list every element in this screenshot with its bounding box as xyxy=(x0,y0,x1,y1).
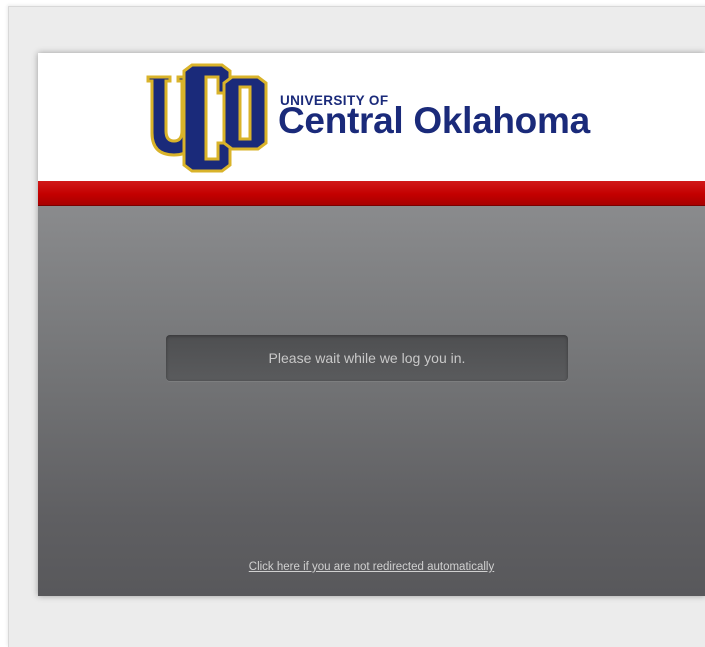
uco-monogram-icon xyxy=(146,63,268,173)
header: UNIVERSITY OF Central Oklahoma xyxy=(38,53,705,181)
uco-logo: UNIVERSITY OF Central Oklahoma xyxy=(140,57,600,177)
logo-central-oklahoma: Central Oklahoma xyxy=(278,100,590,141)
content-area: Please wait while we log you in. Click h… xyxy=(38,206,705,596)
redirect-link[interactable]: Click here if you are not redirected aut… xyxy=(38,561,705,573)
status-message: Please wait while we log you in. xyxy=(268,350,466,366)
status-message-box: Please wait while we log you in. xyxy=(166,335,568,381)
red-accent-bar xyxy=(38,181,705,206)
login-panel: UNIVERSITY OF Central Oklahoma Please wa… xyxy=(38,53,705,596)
